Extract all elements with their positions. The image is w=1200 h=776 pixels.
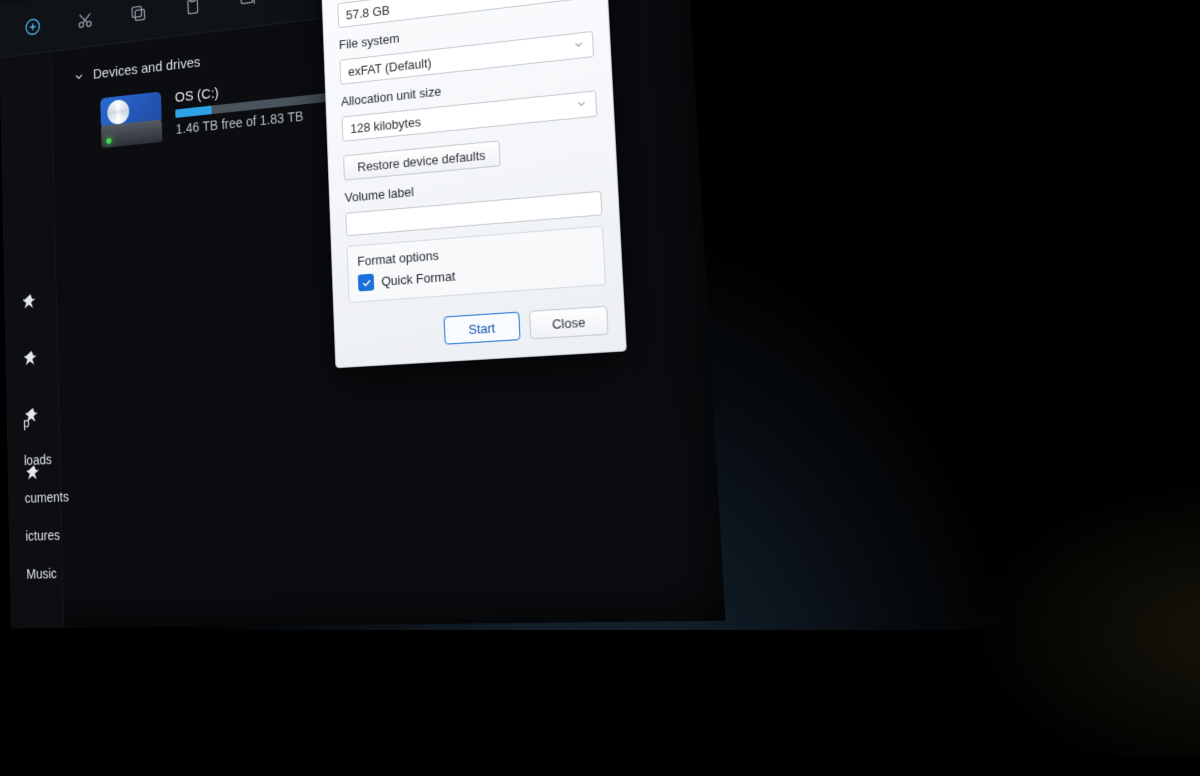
rename-button[interactable] [228,0,268,22]
paste-button[interactable] [173,0,212,29]
nav-item[interactable]: ictures [25,527,60,543]
chevron-down-icon [73,69,85,83]
copy-button[interactable] [119,0,157,36]
nav-item[interactable]: p [23,415,30,430]
pin-icon [23,292,38,314]
format-options-group: Format options Quick Format [347,226,607,304]
section-title: Devices and drives [93,54,201,82]
capacity-value: 57.8 GB [346,2,390,22]
close-button[interactable]: Close [529,306,609,340]
filesystem-value: exFAT (Default) [348,55,432,79]
cut-button[interactable] [66,0,103,42]
nav-item[interactable]: loads [24,452,52,468]
nav-item[interactable]: cuments [25,489,69,506]
quick-format-checkbox[interactable] [358,274,374,292]
drive-icon [100,91,162,148]
chevron-down-icon [572,37,585,53]
quick-format-label: Quick Format [381,268,455,288]
restore-defaults-button[interactable]: Restore device defaults [343,140,500,180]
new-item-button[interactable] [15,4,51,48]
format-dialog: Format USB Drive (D:) Capacity: 57.8 GB … [319,0,626,368]
share-button[interactable] [285,0,326,15]
allocation-value: 128 kilobytes [350,114,421,136]
pin-icon [24,349,39,371]
start-button[interactable]: Start [444,312,521,345]
chevron-down-icon [575,97,588,113]
nav-item[interactable]: Music [26,566,57,582]
